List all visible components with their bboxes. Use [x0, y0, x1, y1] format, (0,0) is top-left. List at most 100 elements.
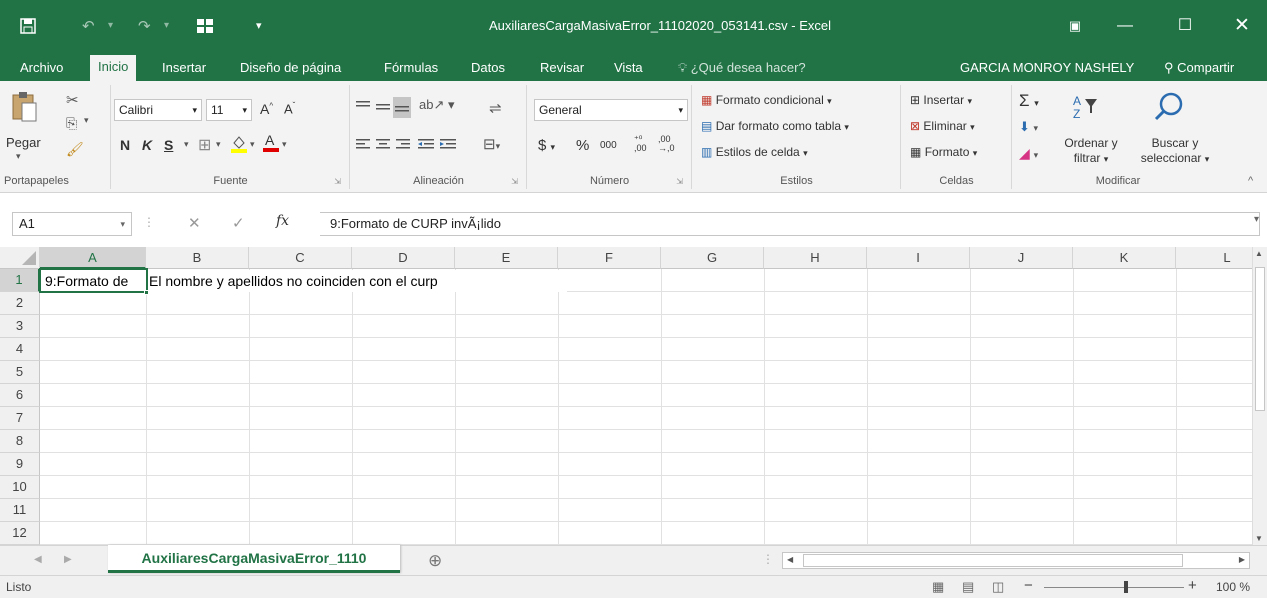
autosum-icon[interactable]: Σ ▾ [1019, 91, 1039, 111]
cut-icon[interactable]: ✂ [66, 91, 79, 109]
tab-insertar[interactable]: Insertar [158, 59, 210, 81]
copy-dropdown-icon[interactable]: ▾ [84, 115, 89, 126]
expand-formula-bar-icon[interactable]: ▾ [1254, 214, 1259, 225]
decrease-font-icon[interactable]: Aˇ [284, 101, 295, 116]
row-header-2[interactable]: 2 [0, 292, 40, 315]
sheet-tab-active[interactable]: AuxiliaresCargaMasivaError_1110 [108, 545, 400, 573]
dialog-launcher-icon[interactable]: ⇲ [676, 177, 683, 186]
increase-font-icon[interactable]: A^ [260, 101, 273, 117]
align-left-icon[interactable] [355, 137, 371, 154]
redo-dropdown-icon[interactable]: ▾ [164, 0, 169, 51]
undo-icon[interactable]: ↶ [82, 0, 95, 51]
underline-button[interactable]: S [164, 137, 173, 153]
decrease-indent-icon[interactable] [417, 137, 435, 154]
row-header-5[interactable]: 5 [0, 361, 40, 384]
fill-icon[interactable]: ⬇︎ ▾ [1019, 119, 1038, 135]
copy-icon[interactable]: ⎘ [66, 115, 77, 132]
minimize-button[interactable]: — [1100, 0, 1150, 51]
cell-styles-button[interactable]: ▥ Estilos de celda ▾ [701, 145, 808, 159]
align-center-icon[interactable] [375, 137, 391, 154]
maximize-button[interactable]: ☐ [1160, 0, 1210, 51]
conditional-format-button[interactable]: ▦ Formato condicional ▾ [701, 93, 832, 107]
merge-center-icon[interactable]: ⊟▾ [483, 135, 500, 153]
clear-icon[interactable]: ◢ ▾ [1019, 145, 1038, 162]
scroll-left-icon[interactable]: ◀ [787, 555, 793, 564]
row-header-8[interactable]: 8 [0, 430, 40, 453]
formula-input[interactable]: 9:Formato de CURP invÃ¡lido [320, 212, 1260, 236]
orientation-icon[interactable]: ab↗ ▾ [419, 97, 455, 113]
zoom-slider-thumb[interactable] [1124, 581, 1128, 593]
wrap-text-icon[interactable]: ⇌ [489, 99, 502, 117]
fill-color-icon[interactable] [230, 133, 248, 156]
sort-filter-icon[interactable]: AZ [1071, 93, 1101, 124]
underline-dropdown-icon[interactable]: ▾ [184, 139, 189, 150]
currency-icon[interactable]: $ ▾ [538, 137, 555, 154]
scroll-up-icon[interactable]: ▲ [1255, 249, 1263, 258]
column-header-i[interactable]: I [867, 247, 970, 269]
row-header-9[interactable]: 9 [0, 453, 40, 476]
row-header-1[interactable]: 1 [0, 269, 40, 292]
border-dropdown-icon[interactable]: ▾ [216, 139, 221, 150]
tab-diseno-de-pagina[interactable]: Diseño de página [236, 59, 345, 81]
increase-decimal-icon[interactable]: ⁺⁰ ,00 [634, 135, 647, 153]
row-header-3[interactable]: 3 [0, 315, 40, 338]
column-header-f[interactable]: F [558, 247, 661, 269]
column-header-k[interactable]: K [1073, 247, 1176, 269]
tab-formulas[interactable]: Fórmulas [380, 59, 442, 81]
column-header-h[interactable]: H [764, 247, 867, 269]
column-header-g[interactable]: G [661, 247, 764, 269]
scroll-right-icon[interactable]: ▶ [1239, 555, 1245, 564]
column-header-e[interactable]: E [455, 247, 558, 269]
fill-color-dropdown-icon[interactable]: ▾ [250, 139, 255, 150]
collapse-ribbon-icon[interactable]: ^ [1248, 175, 1253, 187]
zoom-out-button[interactable]: − [1024, 577, 1033, 594]
align-right-icon[interactable] [395, 137, 411, 154]
customize-qat-icon[interactable]: ▾ [256, 0, 262, 51]
fill-handle[interactable] [144, 290, 149, 295]
ribbon-display-options-icon[interactable]: ▣ [1050, 0, 1100, 51]
bold-button[interactable]: N [120, 137, 130, 153]
tab-archivo[interactable]: Archivo [16, 59, 67, 81]
page-break-view-icon[interactable]: ◫ [992, 579, 1004, 595]
cancel-icon[interactable]: ✕ [188, 214, 201, 232]
find-select-button[interactable]: Buscar y seleccionar ▾ [1127, 136, 1223, 167]
format-painter-icon[interactable]: 🖌︎ [66, 141, 84, 158]
number-format-select[interactable]: General ▾ [534, 99, 688, 121]
vertical-scrollbar[interactable]: ▲ ▼ [1252, 247, 1267, 545]
enter-icon[interactable]: ✓ [232, 214, 245, 232]
cell-b1[interactable]: El nombre y apellidos no coinciden con e… [147, 270, 567, 292]
delete-cells-button[interactable]: ⊠ Eliminar ▾ [910, 119, 975, 133]
column-header-b[interactable]: B [146, 247, 249, 269]
thousands-button[interactable]: 000 [600, 140, 617, 151]
font-color-dropdown-icon[interactable]: ▾ [282, 139, 287, 150]
align-bottom-icon[interactable] [393, 97, 411, 118]
formula-bar-divider-icon[interactable]: ⋮ [143, 215, 155, 229]
align-top-icon[interactable] [355, 99, 371, 116]
close-button[interactable]: ✕ [1217, 0, 1267, 51]
tab-inicio[interactable]: Inicio [90, 55, 137, 81]
h-scroll-thumb[interactable] [803, 554, 1183, 567]
page-layout-view-icon[interactable]: ▤ [962, 579, 974, 595]
tab-datos[interactable]: Datos [467, 59, 509, 81]
row-header-6[interactable]: 6 [0, 384, 40, 407]
column-header-j[interactable]: J [970, 247, 1073, 269]
normal-view-icon[interactable]: ▦ [932, 579, 944, 595]
font-name-select[interactable]: Calibri ▾ [114, 99, 202, 121]
undo-dropdown-icon[interactable]: ▾ [108, 0, 113, 51]
decrease-decimal-icon[interactable]: ,00 →,0 [658, 135, 675, 153]
zoom-in-button[interactable]: + [1188, 577, 1197, 594]
redo-icon[interactable]: ↷ [138, 0, 151, 51]
tab-split-icon[interactable]: ⋮ [762, 552, 774, 566]
insert-function-button[interactable]: fx [276, 213, 289, 229]
align-middle-icon[interactable] [375, 99, 391, 116]
column-header-d[interactable]: D [352, 247, 455, 269]
tell-me-search[interactable]: 💡︎ ¿Qué desea hacer? [674, 59, 810, 81]
scroll-down-icon[interactable]: ▼ [1255, 534, 1263, 543]
sort-filter-button[interactable]: Ordenar y filtrar ▾ [1059, 136, 1123, 167]
insert-cells-button[interactable]: ⊞ Insertar ▾ [910, 93, 972, 107]
percent-button[interactable]: % [576, 137, 589, 154]
horizontal-scrollbar[interactable]: ◀ ▶ [782, 552, 1250, 569]
row-header-7[interactable]: 7 [0, 407, 40, 430]
add-sheet-icon[interactable]: ⊕ [428, 551, 442, 571]
form-icon[interactable] [196, 0, 214, 51]
